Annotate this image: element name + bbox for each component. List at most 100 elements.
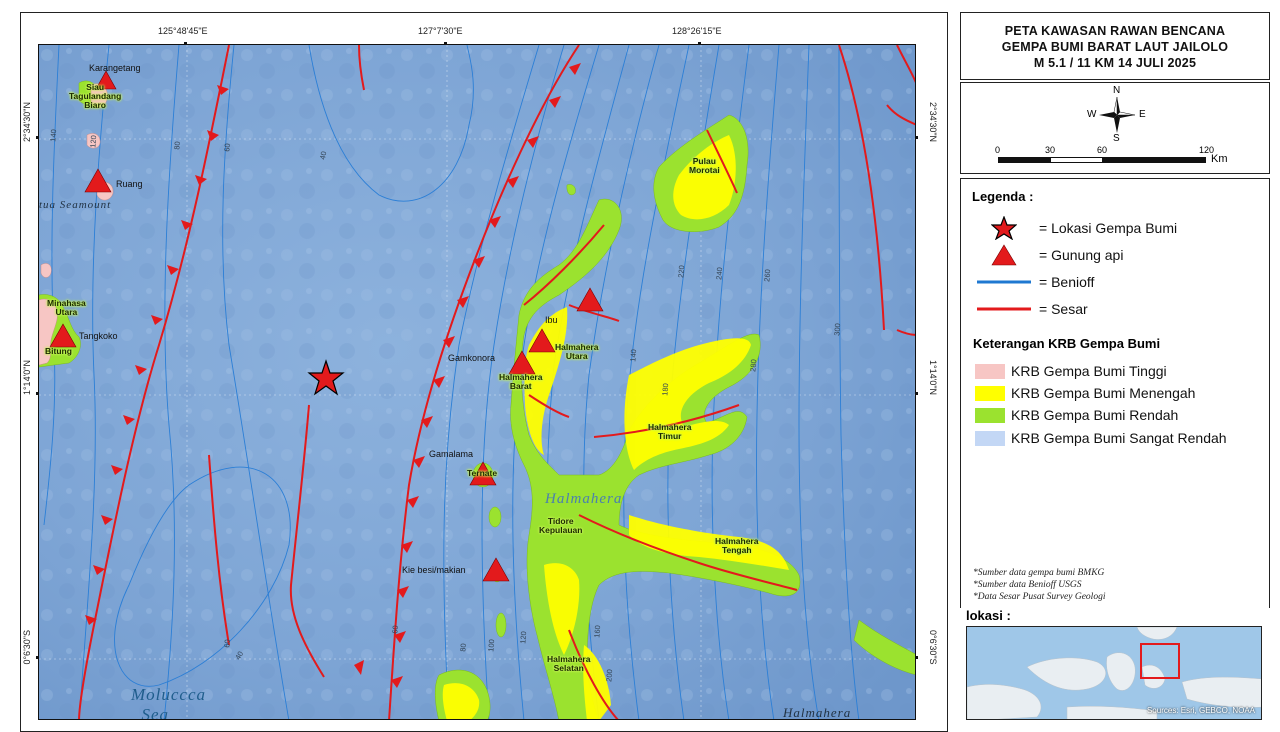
- map-svg: [39, 45, 915, 719]
- contour-120: 120: [88, 134, 99, 149]
- region-label-bitung: Bitung: [45, 346, 72, 356]
- coord-right-2: 1°14'0"N: [928, 360, 938, 396]
- note-bmkg: *Sumber data gempa bumi BMKG: [973, 568, 1105, 578]
- compass-w: W: [1087, 109, 1097, 120]
- compass-s: S: [1113, 133, 1120, 144]
- region-label-minahasa: Minahasa Utara: [47, 298, 86, 317]
- krb-label-rendah: KRB Gempa Bumi Rendah: [1011, 407, 1179, 423]
- legend-heading: Legenda :: [972, 189, 1034, 204]
- star-icon: [991, 216, 1017, 240]
- legend-item-fault: = Sesar: [975, 298, 1088, 320]
- contour-100: 100: [486, 638, 497, 653]
- compass-e: E: [1139, 109, 1146, 120]
- region-label-halmahera-tengah: Halmahera Tengah: [715, 536, 759, 555]
- contour-160: 160: [592, 624, 603, 639]
- legend-item-benioff: = Benioff: [975, 271, 1094, 293]
- legend-item-earthquake: = Lokasi Gempa Bumi: [975, 216, 1178, 240]
- contour-220: 220: [676, 264, 687, 279]
- note-geologi: *Data Sesar Pusat Survey Geologi: [973, 592, 1106, 602]
- region-label-halmahera-selatan: Halmahera Selatan: [547, 654, 591, 673]
- scale-tick-0: 0: [995, 145, 1001, 155]
- region-label-halmahera-barat: Halmahera Barat: [499, 372, 543, 391]
- volcano-label-gamalama: Gamalama: [429, 449, 474, 459]
- title-line-3: M 5.1 / 11 KM 14 JULI 2025: [1033, 56, 1197, 70]
- krb-label-menengah: KRB Gempa Bumi Menengah: [1011, 385, 1196, 401]
- region-label-tidore: Tidore Kepulauan: [539, 516, 583, 535]
- krb-swatch-rendah: [975, 407, 1005, 423]
- title-line-2: GEMPA BUMI BARAT LAUT JAILOLO: [1001, 40, 1229, 54]
- map-canvas[interactable]: Karangetang Ruang Tangkoko Ibu Gamkonora…: [38, 44, 916, 720]
- volcano-label-ruang: Ruang: [116, 179, 143, 189]
- compass-n: N: [1113, 85, 1121, 96]
- region-label-halmahera-utara: Halmahera Utara: [555, 342, 599, 361]
- sea-label-seamount: tua Seamount: [39, 199, 112, 211]
- krb-item-rendah: KRB Gempa Bumi Rendah: [975, 406, 1178, 424]
- contour-80: 80: [172, 140, 183, 151]
- contour-180: 180: [660, 382, 671, 397]
- contour-260: 260: [762, 268, 773, 283]
- coord-top-2: 127°7'30"E: [418, 26, 463, 36]
- legend-label-earthquake: = Lokasi Gempa Bumi: [1039, 220, 1178, 236]
- red-line-icon: [977, 307, 1031, 311]
- sea-label-molucca: Moluccca Sea: [131, 685, 207, 720]
- coord-top-3: 128°26'15"E: [672, 26, 722, 36]
- krb-heading: Keterangan KRB Gempa Bumi: [973, 336, 1161, 351]
- coord-top-1: 125°48'45"E: [158, 26, 208, 36]
- coord-right-3: 0°6'30"S: [928, 630, 938, 665]
- coord-right-1: 2°34'30"N: [928, 102, 938, 143]
- contour-60c: 60: [222, 638, 233, 649]
- scale-unit: Km: [1211, 153, 1228, 165]
- krb-swatch-tinggi: [975, 363, 1005, 379]
- inset-source: Sources: Esri, GEBCO, NOAA: [1146, 706, 1255, 715]
- legend-panel: Legenda : = Lokasi Gempa Bumi = Gunung a…: [960, 178, 1270, 608]
- contour-140b: 140: [628, 348, 639, 363]
- title-line-1: PETA KAWASAN RAWAN BENCANA: [1004, 24, 1226, 38]
- contour-280: 280: [748, 358, 759, 373]
- title-panel: PETA KAWASAN RAWAN BENCANA GEMPA BUMI BA…: [960, 12, 1270, 80]
- volcano-label-tangkoko: Tangkoko: [79, 331, 118, 341]
- bathymetry-texture: [39, 45, 915, 719]
- legend-label-volcano: = Gunung api: [1039, 247, 1124, 263]
- contour-140: 140: [48, 128, 59, 143]
- contour-40a: 40: [318, 150, 329, 161]
- legend-label-fault: = Sesar: [1039, 301, 1088, 317]
- coord-left-3: 0°6'30"S: [22, 630, 32, 665]
- region-label-halmahera-timur: Halmahera Timur: [648, 422, 692, 441]
- krb-label-sangat-rendah: KRB Gempa Bumi Sangat Rendah: [1011, 430, 1227, 446]
- scale-tick-60: 60: [1097, 145, 1108, 155]
- krb-item-sangat-rendah: KRB Gempa Bumi Sangat Rendah: [975, 429, 1227, 447]
- lokasi-label: lokasi :: [966, 608, 1011, 623]
- krb-swatch-sangat-rendah: [975, 430, 1005, 446]
- contour-240: 240: [714, 266, 725, 281]
- contour-80b: 80: [458, 642, 469, 653]
- region-label-siau: Siau Tagulandang Biaro: [69, 82, 122, 110]
- volcano-label-karangetang: Karangetang: [89, 63, 141, 73]
- krb-item-menengah: KRB Gempa Bumi Menengah: [975, 384, 1195, 402]
- scale-tick-30: 30: [1045, 145, 1056, 155]
- krb-label-tinggi: KRB Gempa Bumi Tinggi: [1011, 363, 1167, 379]
- inset-map[interactable]: Sources: Esri, GEBCO, NOAA: [966, 626, 1262, 720]
- volcano-label-ibu: Ibu: [545, 315, 558, 325]
- volcano-label-kie-besi: Kie besi/makian: [402, 565, 466, 575]
- region-label-ternate: Ternate: [467, 468, 498, 478]
- north-scale-panel: N S E W 0 30 60 120 Km: [960, 82, 1270, 174]
- contour-60b: 60: [390, 624, 401, 635]
- scale-bar: [998, 157, 1206, 163]
- region-label-morotai: Pulau Morotai: [689, 156, 720, 175]
- sea-label-halmahera-sea: Halmahera: [783, 705, 852, 720]
- contour-120b: 120: [518, 630, 529, 645]
- coord-left-2: 1°14'0"N: [22, 360, 32, 396]
- legend-label-benioff: = Benioff: [1039, 274, 1095, 290]
- volcano-label-gamkonora: Gamkonora: [448, 353, 496, 363]
- krb-swatch-menengah: [975, 385, 1005, 401]
- legend-item-volcano: = Gunung api: [975, 244, 1123, 266]
- sea-label-halmahera-island: Halmahera: [545, 491, 623, 507]
- coord-left-1: 2°34'30"N: [22, 102, 32, 143]
- contour-300: 300: [832, 322, 843, 337]
- triangle-icon: [991, 244, 1017, 266]
- contour-60: 60: [222, 142, 233, 153]
- blue-line-icon: [977, 280, 1031, 284]
- contour-200: 200: [604, 668, 615, 683]
- krb-item-tinggi: KRB Gempa Bumi Tinggi: [975, 362, 1167, 380]
- note-usgs: *Sumber data Benioff USGS: [973, 580, 1082, 590]
